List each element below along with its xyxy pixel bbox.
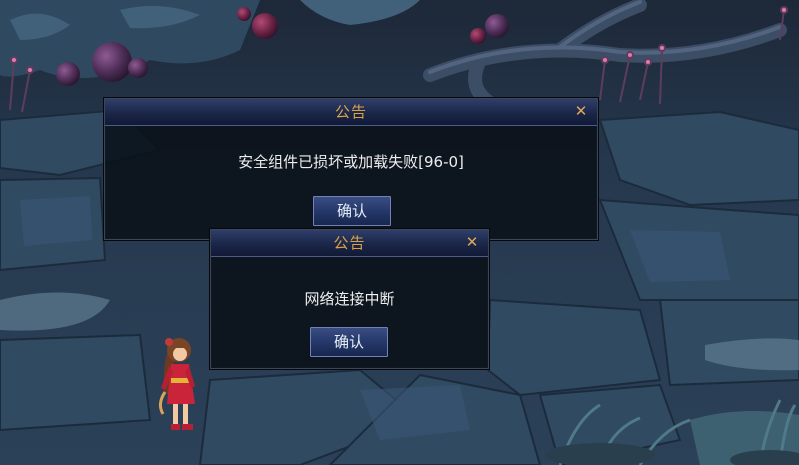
dialog-message: 网络连接中断 [304,290,395,308]
confirm-button[interactable]: 确认 [309,326,389,358]
dialog-title: 公告 [334,103,367,121]
dialog-message: 安全组件已损坏或加载失败[96-0] [238,153,464,171]
notice-dialog-security: 公告 ✕ 安全组件已损坏或加载失败[96-0] 确认 [104,98,598,240]
confirm-button[interactable]: 确认 [312,195,392,227]
notice-dialog-network: 公告 ✕ 网络连接中断 确认 [210,229,489,369]
close-icon[interactable]: ✕ [573,103,589,119]
close-icon[interactable]: ✕ [464,234,480,250]
dialog-title: 公告 [333,234,366,252]
player-character [158,338,195,430]
game-scene: 公告 ✕ 安全组件已损坏或加载失败[96-0] 确认 公告 ✕ 网络连接中断 确… [0,0,799,465]
